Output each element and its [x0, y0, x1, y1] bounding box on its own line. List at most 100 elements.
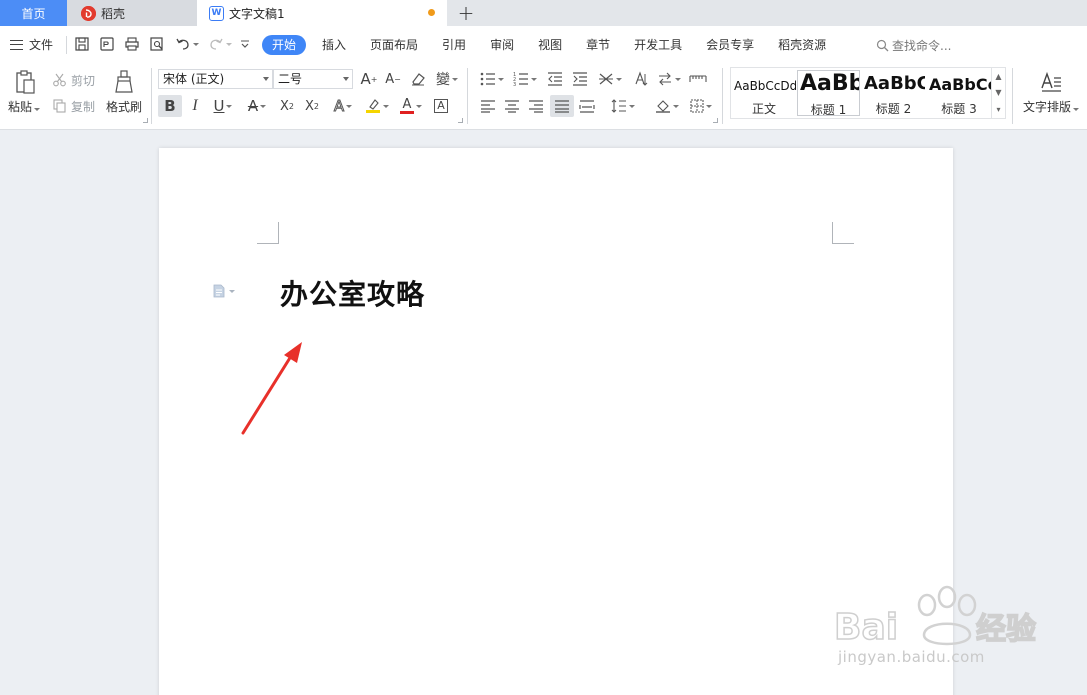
copy-label[interactable]: 复制	[71, 98, 95, 115]
document-heading[interactable]: 办公室攻略	[280, 273, 425, 313]
text-direction-icon[interactable]	[654, 68, 684, 90]
tab-page-layout[interactable]: 页面布局	[358, 35, 430, 55]
writer-doc-icon: W	[209, 5, 224, 21]
annotation-arrow	[241, 342, 302, 435]
align-left-icon[interactable]	[477, 95, 499, 117]
document-icon	[213, 284, 225, 298]
tab-daoke-label: 稻壳	[101, 6, 126, 21]
bullets-icon[interactable]	[477, 68, 507, 90]
copy-icon[interactable]	[50, 96, 68, 114]
tab-document[interactable]: W 文字文稿1	[197, 0, 447, 26]
tab-document-label: 文字文稿1	[229, 6, 285, 21]
file-menu-button[interactable]: 文件	[10, 36, 53, 53]
font-color-icon[interactable]: A	[396, 95, 426, 117]
unsaved-indicator	[428, 9, 435, 16]
highlight-color-icon[interactable]	[362, 95, 392, 117]
style-heading-1[interactable]: AaBb 标题 1	[797, 70, 860, 116]
subscript-icon[interactable]: X2	[301, 95, 323, 117]
distributed-align-icon[interactable]	[576, 95, 598, 117]
scroll-down-icon[interactable]: ▼	[995, 88, 1001, 97]
tab-insert[interactable]: 插入	[310, 35, 358, 55]
scroll-up-icon[interactable]: ▲	[995, 72, 1001, 81]
tab-member[interactable]: 会员专享	[694, 35, 766, 55]
style-heading-3[interactable]: AaBbCc 标题 3	[927, 70, 991, 116]
format-painter-label[interactable]: 格式刷	[106, 98, 142, 115]
bold-icon[interactable]: B	[158, 95, 182, 117]
phonetic-guide-icon[interactable]: 變	[432, 68, 462, 90]
paste-icon[interactable]	[12, 68, 38, 96]
tab-developer[interactable]: 开发工具	[622, 35, 694, 55]
cut-icon[interactable]	[50, 70, 68, 88]
clipboard-dialog-launcher[interactable]	[143, 118, 148, 123]
tab-daoke-resources[interactable]: 稻壳资源	[766, 35, 838, 55]
print-icon[interactable]	[123, 35, 141, 53]
line-spacing-icon[interactable]	[608, 95, 638, 117]
menu-bar: 文件 开始 插入 页面布局 引用 审阅 视图 章节 开发工具 会员专享 稻壳资源…	[0, 26, 1087, 64]
cut-label[interactable]: 剪切	[71, 72, 95, 89]
text-layout-button[interactable]: 文字排版	[1023, 98, 1080, 115]
font-size-select[interactable]: 二号	[273, 69, 353, 89]
text-layout-icon[interactable]	[1038, 68, 1064, 96]
chinese-layout-icon[interactable]	[595, 68, 625, 90]
export-pdf-icon[interactable]	[98, 35, 116, 53]
new-tab-plus-icon[interactable]: +	[454, 0, 478, 26]
undo-icon[interactable]	[174, 35, 200, 53]
italic-icon[interactable]: I	[184, 95, 206, 117]
divider	[66, 36, 67, 54]
tab-start[interactable]: 开始	[262, 35, 307, 55]
paragraph-dialog-launcher[interactable]	[713, 118, 718, 123]
paragraph-handle[interactable]	[213, 284, 235, 298]
character-border-icon[interactable]: A	[430, 95, 452, 117]
borders-icon[interactable]	[686, 95, 716, 117]
font-dialog-launcher[interactable]	[458, 118, 463, 123]
show-hide-marks-icon[interactable]	[687, 68, 709, 90]
command-search[interactable]: 查找命令...	[876, 37, 951, 54]
underline-icon[interactable]: U	[208, 95, 238, 117]
tab-section[interactable]: 章节	[574, 35, 622, 55]
style-heading-1-sample: AaBb	[800, 71, 860, 96]
align-right-icon[interactable]	[525, 95, 547, 117]
watermark-brand-text: Bai	[834, 607, 898, 648]
expand-gallery-icon[interactable]: ▾	[996, 105, 1000, 114]
tab-view[interactable]: 视图	[526, 35, 574, 55]
justify-icon[interactable]	[550, 95, 574, 117]
clear-format-eraser-icon[interactable]	[407, 68, 429, 90]
redo-icon[interactable]	[207, 35, 233, 53]
grow-font-icon[interactable]: A +	[358, 68, 380, 90]
style-heading-2[interactable]: AaBbC 标题 2	[862, 70, 925, 116]
hamburger-icon	[10, 39, 23, 50]
sort-icon[interactable]	[629, 68, 651, 90]
divider	[1012, 68, 1013, 124]
shrink-font-icon[interactable]: A −	[382, 68, 404, 90]
numbering-icon[interactable]: 123	[510, 68, 540, 90]
tab-home[interactable]: 首页	[0, 0, 67, 26]
strikethrough-icon[interactable]: A	[242, 95, 272, 117]
tab-references[interactable]: 引用	[430, 35, 478, 55]
style-heading-3-sample: AaBbCc	[929, 75, 991, 94]
font-name-select[interactable]: 宋体 (正文)	[158, 69, 273, 89]
divider	[467, 68, 468, 124]
paste-button[interactable]: 粘贴	[8, 98, 41, 115]
style-normal-sample: AaBbCcDd	[734, 79, 796, 93]
format-painter-icon[interactable]	[112, 68, 136, 96]
customize-toolbar-chevron-icon[interactable]	[236, 35, 254, 53]
style-normal[interactable]: AaBbCcDd 正文	[732, 70, 796, 116]
print-preview-icon[interactable]	[148, 35, 166, 53]
shading-icon[interactable]	[652, 95, 682, 117]
margin-corner-mark-right	[832, 222, 854, 244]
style-normal-label: 正文	[751, 102, 776, 116]
tab-daoke[interactable]: 稻壳	[67, 0, 197, 26]
tab-review[interactable]: 审阅	[478, 35, 526, 55]
increase-indent-icon[interactable]	[569, 68, 591, 90]
font-name-value: 宋体 (正文)	[163, 72, 225, 86]
search-icon	[876, 39, 889, 52]
decrease-indent-icon[interactable]	[544, 68, 566, 90]
text-effect-icon[interactable]: A	[328, 95, 358, 117]
style-heading-2-label: 标题 2	[875, 102, 912, 116]
save-icon[interactable]	[73, 35, 91, 53]
align-center-icon[interactable]	[501, 95, 523, 117]
styles-gallery-scroll[interactable]: ▲ ▼ ▾	[991, 68, 1005, 118]
ribbon-toolbar: 粘贴 剪切 复制 格式刷 宋体 (正文) 二号 A + A − 變 B I U A …	[0, 64, 1087, 130]
superscript-icon[interactable]: X2	[276, 95, 298, 117]
file-menu-label: 文件	[29, 38, 54, 52]
